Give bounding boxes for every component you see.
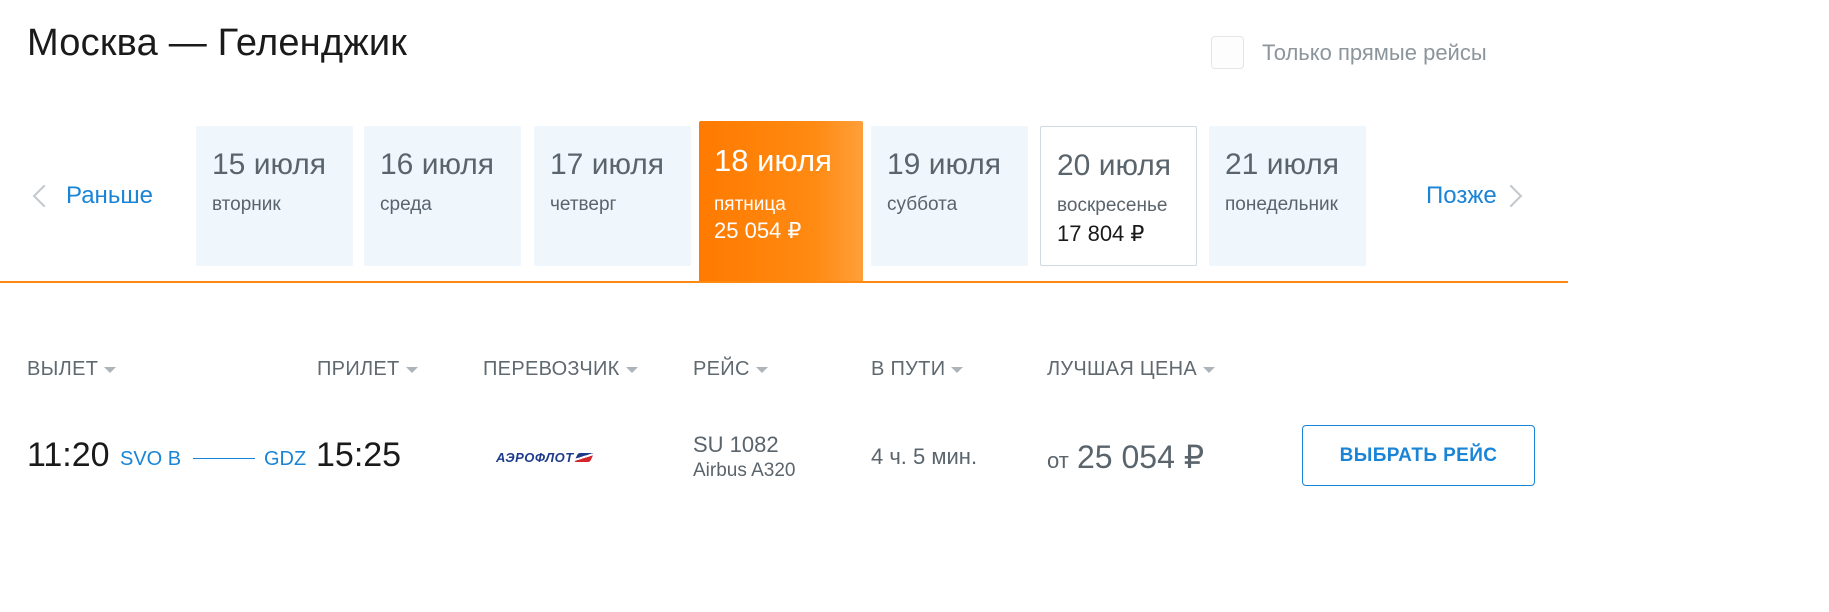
date-tab-15[interactable]: 15 июля вторник bbox=[196, 126, 353, 266]
flight-number: SU 1082 bbox=[693, 432, 779, 457]
date-label: 19 июля bbox=[887, 148, 1002, 181]
earlier-dates-button[interactable]: Раньше bbox=[30, 182, 153, 210]
date-label: 21 июля bbox=[1225, 148, 1340, 181]
price-prefix: от bbox=[1047, 448, 1069, 473]
departure-time: 11:20 bbox=[27, 436, 110, 474]
date-price: 25 054 ₽ bbox=[714, 218, 802, 243]
date-tab-16[interactable]: 16 июля среда bbox=[364, 126, 521, 266]
weekday-label: вторник bbox=[212, 194, 281, 215]
aircraft-type: Airbus A320 bbox=[693, 460, 796, 481]
sort-duration[interactable]: В ПУТИ bbox=[871, 358, 964, 381]
column-header-best-price: ЛУЧШАЯ ЦЕНА bbox=[1047, 358, 1198, 380]
weekday-label: среда bbox=[380, 194, 432, 215]
sort-best-price[interactable]: ЛУЧШАЯ ЦЕНА bbox=[1047, 358, 1216, 381]
later-dates-button[interactable]: Позже bbox=[1426, 182, 1523, 210]
page-title: Москва — Геленджик bbox=[27, 22, 408, 64]
direct-only-checkbox[interactable] bbox=[1211, 36, 1244, 69]
sort-caret-icon bbox=[1203, 366, 1216, 373]
sort-caret-icon bbox=[104, 366, 117, 373]
column-header-arrival: ПРИЛЕТ bbox=[317, 358, 400, 380]
arrival-airport-link[interactable]: GDZ bbox=[264, 448, 306, 471]
later-label: Позже bbox=[1426, 182, 1497, 209]
column-header-flight: РЕЙС bbox=[693, 358, 750, 380]
column-header-carrier: ПЕРЕВОЗЧИК bbox=[483, 358, 620, 380]
date-label: 15 июля bbox=[212, 148, 327, 181]
sort-departure[interactable]: ВЫЛЕТ bbox=[27, 358, 117, 381]
sort-arrival[interactable]: ПРИЛЕТ bbox=[317, 358, 418, 381]
date-label: 20 июля bbox=[1057, 149, 1172, 182]
flight-duration: 4 ч. 5 мин. bbox=[871, 444, 978, 469]
weekday-label: воскресенье bbox=[1057, 195, 1168, 216]
earlier-label: Раньше bbox=[66, 182, 153, 209]
select-flight-button[interactable]: ВЫБРАТЬ РЕЙС bbox=[1302, 425, 1535, 486]
aeroflot-wing-icon bbox=[573, 453, 594, 462]
weekday-label: понедельник bbox=[1225, 194, 1338, 215]
sort-flight[interactable]: РЕЙС bbox=[693, 358, 768, 381]
route-line bbox=[193, 458, 255, 459]
date-label: 17 июля bbox=[550, 148, 665, 181]
sort-carrier[interactable]: ПЕРЕВОЗЧИК bbox=[483, 358, 638, 381]
date-tab-19[interactable]: 19 июля суббота bbox=[871, 126, 1028, 266]
weekday-label: суббота bbox=[887, 194, 958, 215]
weekday-label: четверг bbox=[550, 194, 617, 215]
arrival-time: 15:25 bbox=[316, 436, 402, 474]
sort-caret-icon bbox=[405, 366, 418, 373]
sort-caret-icon bbox=[755, 366, 768, 373]
date-strip-divider bbox=[0, 281, 1568, 283]
date-tab-21[interactable]: 21 июля понедельник bbox=[1209, 126, 1366, 266]
column-header-departure: ВЫЛЕТ bbox=[27, 358, 99, 380]
date-label: 18 июля bbox=[714, 143, 832, 178]
aeroflot-logo: АЭРОФЛОТ bbox=[496, 450, 594, 465]
date-price: 17 804 ₽ bbox=[1057, 221, 1145, 246]
departure-airport-link[interactable]: SVO B bbox=[120, 448, 181, 471]
carrier-logo-text: АЭРОФЛОТ bbox=[496, 450, 574, 465]
chevron-right-icon bbox=[1499, 184, 1523, 208]
flight-row: 11:20 SVO B GDZ 15:25 АЭРОФЛОТ SU 1082 A… bbox=[0, 410, 1568, 500]
sort-caret-icon bbox=[625, 366, 638, 373]
date-tab-18-selected[interactable]: 18 июля пятница 25 054 ₽ bbox=[699, 121, 863, 282]
date-tab-20[interactable]: 20 июля воскресенье 17 804 ₽ bbox=[1040, 126, 1197, 266]
direct-only-label: Только прямые рейсы bbox=[1262, 39, 1487, 65]
direct-only-filter[interactable]: Только прямые рейсы bbox=[1211, 36, 1487, 69]
date-label: 16 июля bbox=[380, 148, 495, 181]
weekday-label: пятница bbox=[714, 194, 786, 215]
column-header-duration: В ПУТИ bbox=[871, 358, 946, 380]
flight-price: 25 054 ₽ bbox=[1077, 439, 1205, 475]
date-tab-17[interactable]: 17 июля четверг bbox=[534, 126, 691, 266]
chevron-left-icon bbox=[32, 184, 56, 208]
sort-caret-icon bbox=[951, 366, 964, 373]
